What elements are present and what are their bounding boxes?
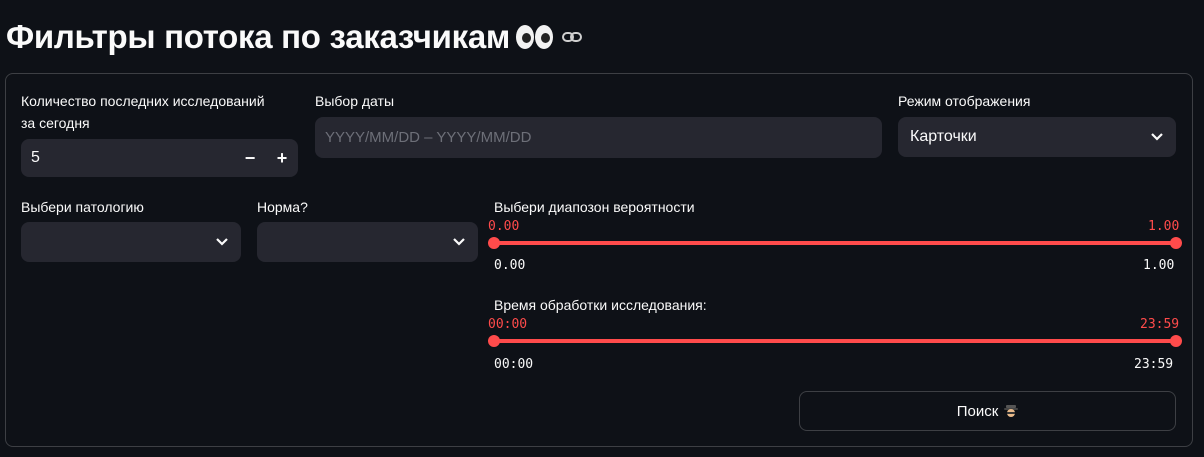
chevron-down-icon (453, 238, 465, 246)
increment-button[interactable]: + (266, 139, 298, 177)
time-min-label: 00:00 (494, 357, 534, 372)
probability-low-value: 0.00 (488, 219, 520, 234)
eyes-icon (516, 25, 553, 49)
probability-label: Выбери диапозон вероятности (494, 199, 695, 215)
pathology-label: Выбери патологию (21, 199, 144, 215)
time-low-value: 00:00 (488, 317, 528, 332)
detective-icon (1004, 405, 1019, 417)
probability-high-value: 1.00 (1148, 219, 1180, 234)
page-title: Фильтры потока по заказчикам (6, 18, 583, 56)
time-max-label: 23:59 (1134, 357, 1174, 372)
date-placeholder: YYYY/MM/DD – YYYY/MM/DD (325, 129, 532, 146)
mode-label: Режим отображения (898, 93, 1031, 109)
search-button[interactable]: Поиск (799, 391, 1176, 431)
count-number-input[interactable]: 5 − + (21, 139, 298, 177)
norm-label: Норма? (257, 199, 308, 215)
mode-select-value: Карточки (910, 128, 977, 145)
time-slider-track[interactable] (494, 339, 1176, 343)
chevron-down-icon (216, 238, 228, 246)
time-label: Время обработки исследования: (494, 297, 707, 313)
search-button-label: Поиск (956, 402, 999, 420)
pathology-select[interactable] (21, 222, 241, 262)
count-label: Количество последних исследований за сег… (21, 93, 265, 131)
page-title-text: Фильтры потока по заказчикам (6, 18, 510, 55)
probability-slider-track[interactable] (494, 241, 1176, 245)
time-high-thumb[interactable] (1170, 335, 1182, 347)
norm-select[interactable] (257, 222, 478, 262)
probability-high-thumb[interactable] (1170, 237, 1182, 249)
date-range-input[interactable]: YYYY/MM/DD – YYYY/MM/DD (315, 117, 882, 158)
probability-low-thumb[interactable] (488, 237, 500, 249)
count-value[interactable]: 5 (21, 149, 234, 167)
probability-min-label: 0.00 (494, 258, 526, 273)
time-low-thumb[interactable] (488, 335, 500, 347)
time-high-value: 23:59 (1140, 317, 1180, 332)
link-icon[interactable] (561, 30, 583, 44)
chevron-down-icon (1151, 133, 1163, 141)
date-label: Выбор даты (315, 93, 395, 109)
mode-select[interactable]: Карточки (898, 117, 1176, 157)
probability-max-label: 1.00 (1143, 258, 1175, 273)
decrement-button[interactable]: − (234, 139, 266, 177)
